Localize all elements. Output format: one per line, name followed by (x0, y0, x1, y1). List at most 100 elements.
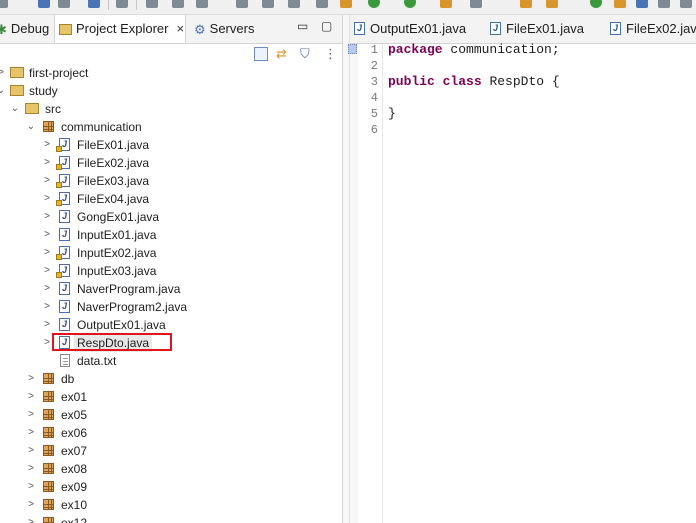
step-over-icon[interactable] (262, 0, 274, 8)
tree-item-package[interactable]: > ex12 (0, 514, 342, 523)
filter-icon[interactable]: ⛉ (300, 47, 314, 61)
warning-icon (56, 200, 62, 206)
chevron-down-icon[interactable]: ⌄ (0, 82, 6, 100)
collapse-all-icon[interactable] (254, 47, 268, 61)
tab-servers[interactable]: ⚙ Servers (194, 15, 264, 43)
chevron-right-icon[interactable]: > (26, 424, 36, 442)
tree-item-package[interactable]: > ex05 (0, 406, 342, 424)
chevron-right-icon[interactable]: > (42, 280, 52, 298)
tree-item-file[interactable]: > J NaverProgram2.java (0, 298, 342, 316)
tree-item-file[interactable]: > J NaverProgram.java (0, 280, 342, 298)
chevron-right-icon[interactable]: > (42, 226, 52, 244)
tab-project-explorer[interactable]: Project Explorer × (54, 15, 186, 43)
java-file-icon: J (610, 22, 621, 36)
project-icon (10, 85, 24, 96)
chevron-right-icon[interactable]: > (26, 442, 36, 460)
menu-icon[interactable] (680, 0, 692, 8)
skip-breakpoints-icon[interactable] (340, 0, 352, 8)
tree-item-file[interactable]: > J FileEx03.java (0, 172, 342, 190)
chevron-right-icon[interactable]: > (42, 316, 52, 334)
tree-item-file[interactable]: > J FileEx04.java (0, 190, 342, 208)
chevron-right-icon[interactable]: > (42, 190, 52, 208)
chevron-right-icon[interactable]: > (26, 460, 36, 478)
search-icon[interactable] (116, 0, 128, 8)
tree-item-file[interactable]: > J InputEx03.java (0, 262, 342, 280)
tree-item-package[interactable]: > db (0, 370, 342, 388)
tree-item-file[interactable]: > J GongEx01.java (0, 208, 342, 226)
tree-item-package[interactable]: > ex06 (0, 424, 342, 442)
java-file-icon: J (59, 300, 70, 313)
chevron-right-icon[interactable]: > (42, 262, 52, 280)
debug-run-icon[interactable] (368, 0, 380, 8)
view-menu-icon[interactable]: ⋮ (324, 47, 338, 61)
minimize-icon[interactable]: ▭ (297, 19, 308, 33)
terminal-icon[interactable] (88, 0, 100, 8)
step-return-icon[interactable] (288, 0, 300, 8)
chevron-right-icon[interactable]: > (42, 208, 52, 226)
tree-item-file[interactable]: > J FileEx02.java (0, 154, 342, 172)
tree-item-file[interactable]: > J InputEx02.java (0, 244, 342, 262)
tree-item-first-project[interactable]: > first-project (0, 64, 342, 82)
toolbar-icon[interactable] (0, 0, 8, 8)
tree-item-package[interactable]: > ex09 (0, 478, 342, 496)
chevron-right-icon[interactable]: > (42, 136, 52, 154)
clipboard-icon[interactable] (658, 0, 670, 8)
chevron-right-icon[interactable]: > (26, 514, 36, 523)
package-icon (43, 481, 54, 492)
save-all-icon[interactable] (58, 0, 70, 8)
chevron-right-icon[interactable]: > (42, 154, 52, 172)
panel-splitter[interactable] (343, 15, 350, 523)
package-icon (43, 373, 54, 384)
code-line[interactable]: } (388, 106, 396, 122)
chevron-right-icon[interactable]: > (42, 334, 52, 352)
editor-tab[interactable]: J OutputEx01.java (354, 15, 466, 43)
chevron-right-icon[interactable]: > (42, 172, 52, 190)
maximize-icon[interactable]: ▢ (321, 19, 332, 33)
chevron-right-icon[interactable]: > (26, 478, 36, 496)
tree-item-package[interactable]: > ex07 (0, 442, 342, 460)
tree-item-package[interactable]: > ex10 (0, 496, 342, 514)
coverage-icon[interactable] (440, 0, 452, 8)
external-tools-icon[interactable] (470, 0, 482, 8)
tree-item-package[interactable]: > ex08 (0, 460, 342, 478)
chevron-right-icon[interactable]: > (42, 298, 52, 316)
step-into-icon[interactable] (236, 0, 248, 8)
suspend-icon[interactable] (172, 0, 184, 8)
tree-item-study[interactable]: ⌄ study (0, 82, 342, 100)
chevron-down-icon[interactable]: ⌄ (10, 100, 20, 118)
document-icon[interactable] (636, 0, 648, 8)
run-icon[interactable] (404, 0, 416, 8)
line-number: 6 (370, 123, 378, 137)
warning-icon (56, 272, 62, 278)
tree-item-data-txt[interactable]: data.txt (0, 352, 342, 370)
chevron-right-icon[interactable]: > (26, 388, 36, 406)
drop-frame-icon[interactable] (316, 0, 328, 8)
tab-debug[interactable]: ✱ Debug (0, 15, 49, 43)
chevron-right-icon[interactable]: > (26, 406, 36, 424)
tree-item-src[interactable]: ⌄ src (0, 100, 342, 118)
tree-item-file[interactable]: > J FileEx01.java (0, 136, 342, 154)
open-folder-icon[interactable] (520, 0, 532, 8)
next-icon[interactable] (590, 0, 602, 8)
editor-tab[interactable]: J FileEx01.java (490, 15, 584, 43)
code-line[interactable]: package communication; (388, 42, 560, 58)
editor-tab[interactable]: JFileEx02.java (610, 15, 696, 43)
package-icon (43, 499, 54, 510)
save-icon[interactable] (38, 0, 50, 8)
link-editor-icon[interactable]: ⇄ (276, 47, 290, 61)
tree-item-package[interactable]: > ex01 (0, 388, 342, 406)
close-icon[interactable]: × (176, 15, 184, 43)
tree-item-file[interactable]: > J OutputEx01.java (0, 316, 342, 334)
chevron-right-icon[interactable]: > (0, 64, 6, 82)
tree-item-communication[interactable]: ⌄ communication (0, 118, 342, 136)
chevron-right-icon[interactable]: > (42, 244, 52, 262)
code-line[interactable]: public class RespDto { (388, 74, 560, 90)
terminate-icon[interactable] (196, 0, 208, 8)
resume-icon[interactable] (146, 0, 158, 8)
chevron-down-icon[interactable]: ⌄ (26, 118, 36, 136)
tree-item-file[interactable]: > J InputEx01.java (0, 226, 342, 244)
chevron-right-icon[interactable]: > (26, 370, 36, 388)
chevron-right-icon[interactable]: > (26, 496, 36, 514)
build-icon[interactable] (546, 0, 558, 8)
pen-icon[interactable] (614, 0, 626, 8)
